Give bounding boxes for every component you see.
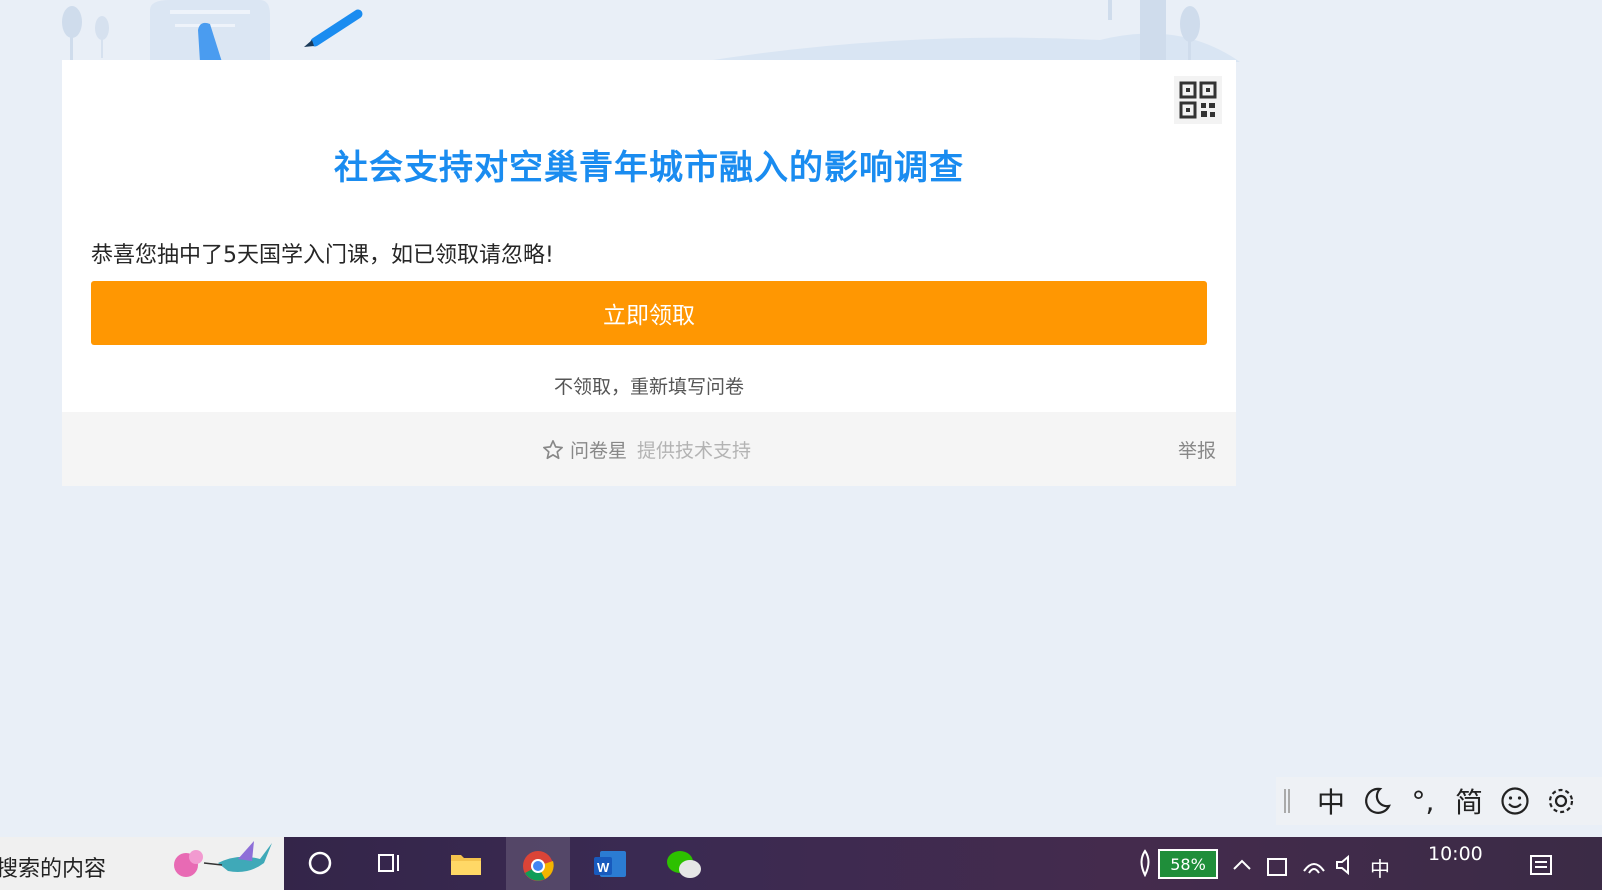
tray-clock[interactable]: 10:00 [1428,843,1483,865]
moon-icon[interactable] [1354,781,1400,821]
taskbar-search-box[interactable]: 搜索的内容 [0,837,284,890]
star-icon [543,439,563,459]
report-link[interactable]: 举报 [1178,436,1216,463]
prize-message: 恭喜您抽中了5天国学入门课，如已领取请忽略! [91,243,554,268]
tray-ime-indicator[interactable]: 中 [1370,853,1390,882]
folder-icon [451,855,481,875]
chrome-button[interactable] [506,837,570,890]
battery-indicator[interactable]: 58% [1158,849,1218,879]
survey-title: 社会支持对空巢青年城市融入的影响调查 [334,148,964,188]
windows-taskbar: 搜索的内容 W 58% 中 10:00 [0,837,1602,890]
battery-tray-icon[interactable] [1266,855,1290,877]
cortana-icon [308,851,332,875]
file-explorer-button[interactable] [434,837,498,890]
ime-chinese-mode[interactable]: 中 [1308,781,1354,821]
footer-brand: 问卷星 提供技术支持 [542,436,751,463]
footer: 问卷星 提供技术支持 举报 [62,412,1236,486]
emoji-icon[interactable] [1492,781,1538,821]
chevron-up-icon[interactable] [1232,857,1252,871]
task-view-icon [378,854,399,872]
wechat-button[interactable] [652,837,716,890]
decline-refill-link[interactable]: 不领取，重新填写问卷 [62,372,1236,399]
word-button[interactable]: W [578,837,642,890]
task-view-button[interactable] [358,837,422,890]
wifi-icon[interactable] [1302,853,1326,877]
cortana-button[interactable] [288,837,352,890]
survey-card: 社会支持对空巢青年城市融入的影响调查 恭喜您抽中了5天国学入门课，如已领取请忽略… [62,60,1236,412]
svg-text:W: W [597,860,610,875]
search-placeholder: 搜索的内容 [0,857,107,882]
word-icon: W [594,851,626,877]
ime-simplified[interactable]: 简 [1446,781,1492,821]
hummingbird-decoration-icon [174,841,272,877]
header-illustration [0,0,1602,62]
qr-code-icon [1179,81,1217,119]
notification-icon[interactable] [1528,853,1554,879]
gear-icon[interactable] [1538,781,1584,821]
volume-icon[interactable] [1334,853,1358,877]
chrome-icon [523,851,554,881]
qr-code-button[interactable] [1174,76,1222,124]
wechat-icon [667,851,701,878]
punctuation-icon[interactable]: °, [1400,781,1446,821]
power-mode-icon [1140,849,1150,877]
claim-now-button[interactable]: 立即领取 [91,281,1207,345]
brand-link[interactable]: 问卷星 [570,436,627,463]
tech-support-text: 提供技术支持 [637,440,752,462]
ime-toolbar: 中 °, 简 [1276,777,1602,825]
ime-drag-handle[interactable] [1284,789,1290,813]
